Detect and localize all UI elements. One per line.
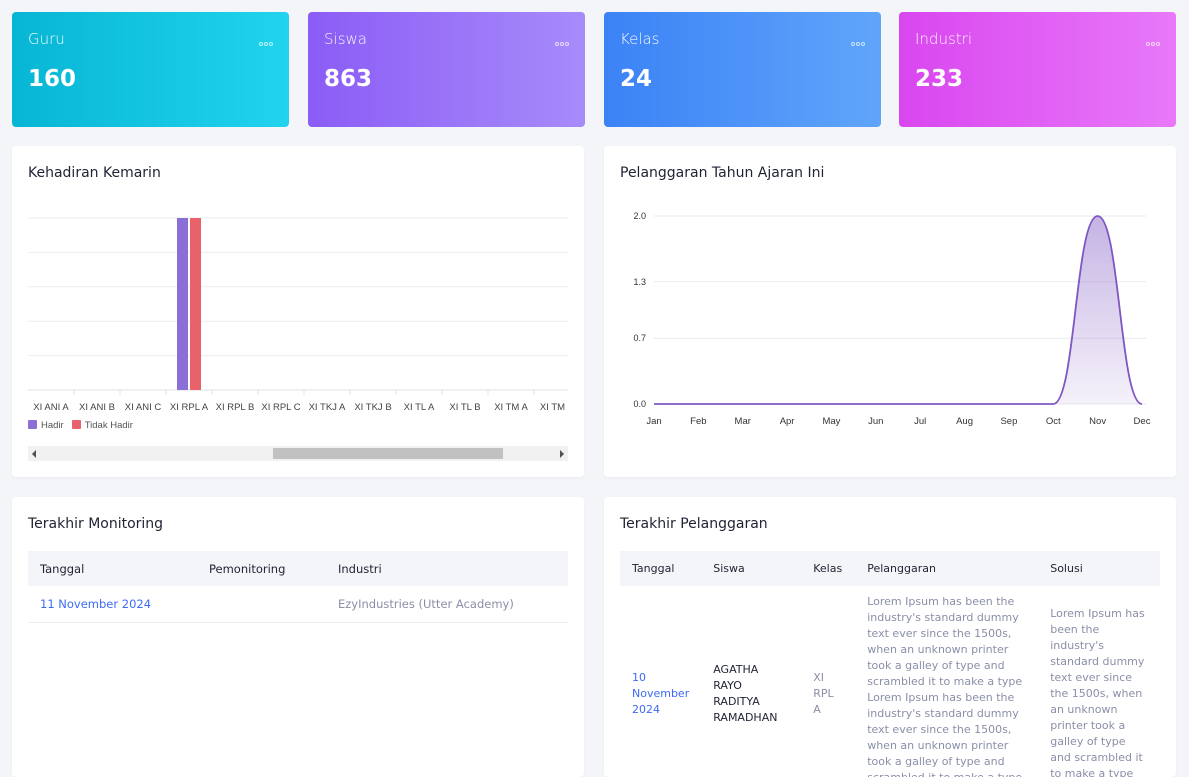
violations-chart-panel: Pelanggaran Tahun Ajaran Ini 0.0 0.7 1.3 2.… xyxy=(604,146,1176,477)
col-pelanggaran: Pelanggaran xyxy=(855,551,1039,586)
x-tick-label: XI RPL C xyxy=(261,402,300,413)
x-tick-label: May xyxy=(822,416,840,427)
stat-card-industri[interactable]: Industri 233 xyxy=(899,12,1176,127)
attendance-chart: XI ANI A XI ANI B XI ANI C XI RPL A XI RPL B… xyxy=(28,217,574,413)
x-tick-label: XI RPL A xyxy=(170,402,209,413)
monitoring-monitor xyxy=(197,586,326,623)
stat-value: 160 xyxy=(28,66,77,92)
y-tick-label: 2.0 xyxy=(633,211,646,221)
col-pemonitoring: Pemonitoring xyxy=(197,551,326,586)
bar-hadir xyxy=(177,218,188,390)
y-tick-label: 1.3 xyxy=(633,277,646,287)
x-tick-label: Feb xyxy=(690,416,706,427)
stat-label: Siswa xyxy=(324,30,367,48)
x-tick-label: Mar xyxy=(735,416,751,427)
x-tick-label: XI ANI B xyxy=(79,402,115,413)
x-tick-label: XI TL B xyxy=(449,402,480,413)
stat-label: Industri xyxy=(915,30,972,48)
scroll-left-arrow-icon[interactable] xyxy=(32,450,36,458)
y-tick-label: 0.0 xyxy=(633,399,646,409)
x-tick-label: Aug xyxy=(956,416,973,427)
x-tick-label: Dec xyxy=(1134,416,1151,427)
monitoring-panel: Terakhir Monitoring Tanggal Pemonitoring… xyxy=(12,497,584,777)
chart-horizontal-scrollbar[interactable] xyxy=(28,446,568,461)
violation-class: XI RPL A xyxy=(801,586,856,777)
x-tick-label: XI TKJ B xyxy=(354,402,391,413)
x-tick-label: Jun xyxy=(868,416,883,427)
x-tick-label: XI TKJ A xyxy=(309,402,346,413)
x-tick-label: Sep xyxy=(1000,416,1017,427)
violation-solution: Lorem Ipsum has been the industry's stan… xyxy=(1038,586,1160,777)
scroll-right-arrow-icon[interactable] xyxy=(560,450,564,458)
legend-hadir[interactable]: Hadir xyxy=(28,420,64,431)
x-tick-label: XI TL A xyxy=(404,402,435,413)
violations-table: Tanggal Siswa Kelas Pelanggaran Solusi 1… xyxy=(620,551,1160,777)
monitoring-date-link[interactable]: 11 November 2024 xyxy=(28,586,197,623)
violation-description: Lorem Ipsum has been the industry's stan… xyxy=(855,586,1039,777)
attendance-panel: Kehadiran Kemarin XI ANI A XI ANI B XI ANI… xyxy=(12,146,584,477)
col-industri: Industri xyxy=(326,551,568,586)
col-siswa: Siswa xyxy=(701,551,802,586)
more-options-icon[interactable] xyxy=(1146,42,1160,46)
stat-value: 863 xyxy=(324,66,373,92)
stat-card-siswa[interactable]: Siswa 863 xyxy=(308,12,585,127)
legend-tidak-hadir[interactable]: Tidak Hadir xyxy=(71,420,133,431)
stat-card-guru[interactable]: Guru 160 xyxy=(12,12,289,127)
more-options-icon[interactable] xyxy=(555,42,569,46)
stat-label: Kelas xyxy=(620,30,660,48)
x-tick-label: XI TM A xyxy=(494,402,528,413)
scrollbar-thumb[interactable] xyxy=(273,448,503,459)
bar-tidak-hadir xyxy=(190,218,201,390)
area-fill xyxy=(654,216,1142,404)
violations-panel: Terakhir Pelanggaran Tanggal Siswa Kelas… xyxy=(604,497,1176,777)
col-tanggal: Tanggal xyxy=(620,551,702,586)
y-tick-label: 0.7 xyxy=(633,333,646,343)
more-options-icon[interactable] xyxy=(259,42,273,46)
violation-student: AGATHA RAYO RADITYA RAMADHAN xyxy=(701,586,802,777)
x-tick-label: Apr xyxy=(780,416,795,427)
monitoring-industry: EzyIndustries (Utter Academy) xyxy=(326,586,568,623)
violation-date-link[interactable]: 10 November 2024 xyxy=(620,586,702,777)
x-tick-label: Jan xyxy=(646,416,661,427)
x-tick-label: XI RPL B xyxy=(216,402,255,413)
stat-value: 233 xyxy=(915,66,964,92)
stat-label: Guru xyxy=(28,30,65,48)
table-row: 11 November 2024 EzyIndustries (Utter Ac… xyxy=(28,586,568,623)
x-tick-label: Oct xyxy=(1046,416,1061,427)
attendance-legend: Hadir Tidak Hadir xyxy=(28,420,133,431)
stat-value: 24 xyxy=(620,66,653,92)
monitoring-table: Tanggal Pemonitoring Industri 11 Novembe… xyxy=(28,551,568,623)
x-tick-label: XI ANI A xyxy=(33,402,69,413)
stat-card-kelas[interactable]: Kelas 24 xyxy=(604,12,881,127)
x-tick-label: XI ANI C xyxy=(125,402,162,413)
table-row: 10 November 2024 AGATHA RAYO RADITYA RAM… xyxy=(620,586,1160,777)
violations-title: Terakhir Pelanggaran xyxy=(620,516,768,532)
col-tanggal: Tanggal xyxy=(28,551,197,586)
monitoring-title: Terakhir Monitoring xyxy=(28,516,164,532)
more-options-icon[interactable] xyxy=(851,42,865,46)
x-tick-label: Jul xyxy=(914,416,926,427)
col-solusi: Solusi xyxy=(1038,551,1160,586)
x-tick-label: XI TM B xyxy=(540,402,574,413)
violations-chart: 0.0 0.7 1.3 2.0 Jan Feb Mar Apr May Jun Jul Aug Sep O… xyxy=(633,211,1151,427)
x-tick-label: Nov xyxy=(1089,416,1106,427)
col-kelas: Kelas xyxy=(801,551,856,586)
plot-area: XI ANI A XI ANI B XI ANI C XI RPL A XI RPL B… xyxy=(33,218,574,413)
